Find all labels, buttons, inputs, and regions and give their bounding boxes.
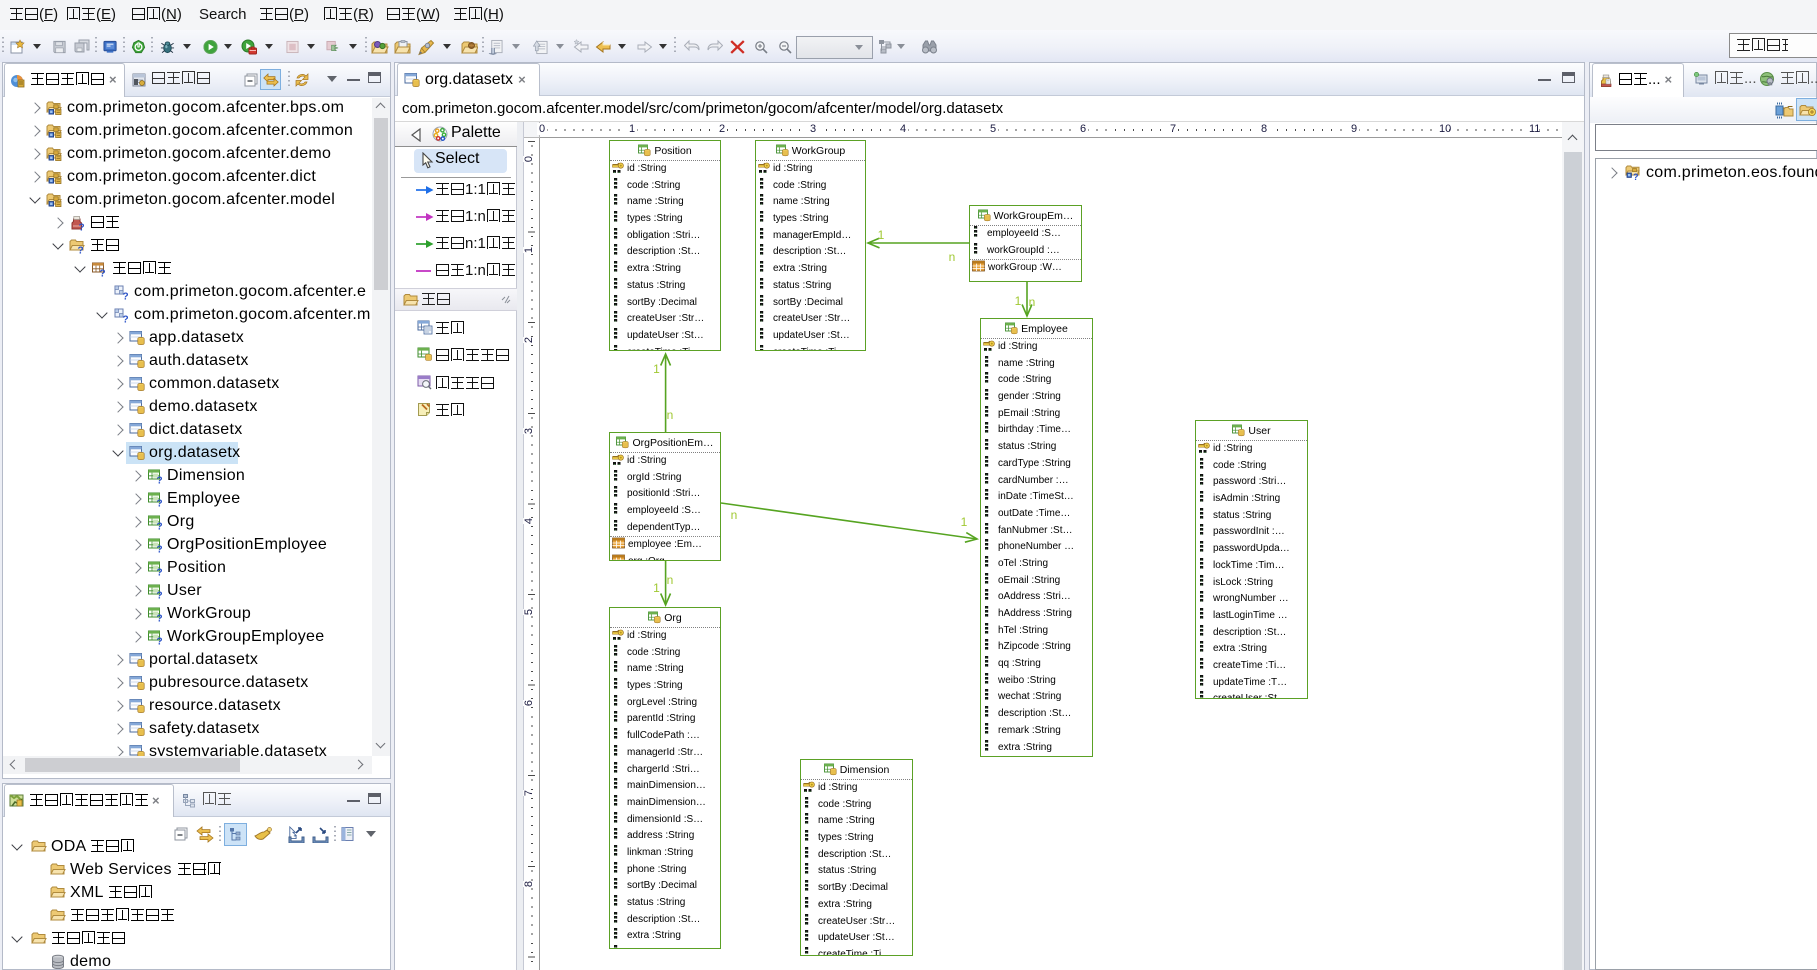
svg-text:?: ? — [157, 499, 163, 508]
svg-text:n: n — [1029, 295, 1036, 309]
svg-text:n: n — [731, 508, 738, 522]
svg-text:?: ? — [157, 614, 163, 623]
svg-text:1: 1 — [961, 515, 968, 529]
svg-text:?: ? — [157, 568, 163, 577]
svg-text:?: ? — [157, 637, 163, 646]
svg-text:n: n — [667, 573, 674, 587]
svg-text:?: ? — [157, 476, 163, 485]
svg-text:?: ? — [157, 545, 163, 554]
svg-text:n: n — [949, 250, 956, 264]
svg-text:?: ? — [157, 591, 163, 600]
svg-text:n: n — [667, 408, 674, 422]
svg-text:1: 1 — [653, 362, 660, 376]
svg-text:?: ? — [1633, 172, 1639, 181]
svg-text:1: 1 — [1015, 294, 1022, 308]
svg-text:1: 1 — [878, 228, 885, 242]
svg-text:?: ? — [123, 292, 129, 301]
svg-text:1: 1 — [653, 581, 660, 595]
svg-text:?: ? — [100, 269, 106, 278]
svg-text:?: ? — [123, 315, 129, 324]
svg-text:?: ? — [78, 246, 84, 255]
svg-text:?: ? — [157, 522, 163, 531]
svg-text:?: ? — [79, 223, 85, 232]
